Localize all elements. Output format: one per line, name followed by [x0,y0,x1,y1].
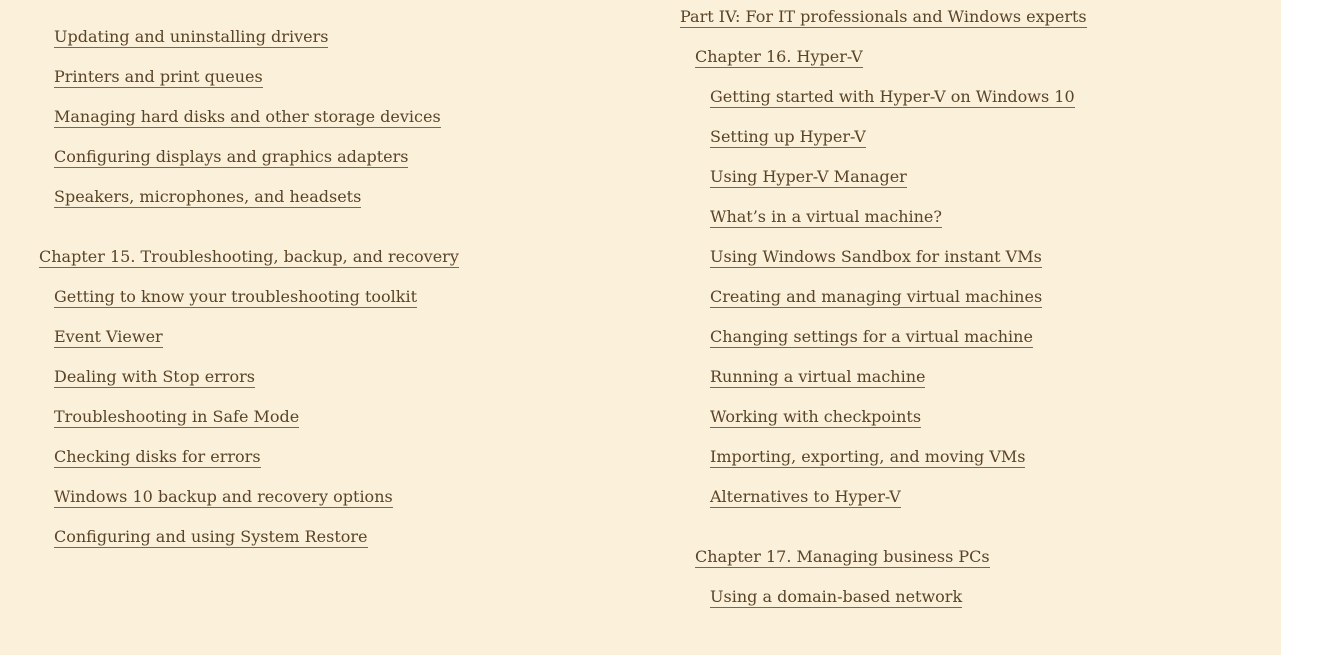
toc-link-checkpoints[interactable]: Working with checkpoints [710,407,922,428]
toc-link-part-iv[interactable]: Part IV: For IT professionals and Window… [680,7,1087,28]
toc-link-running-vm[interactable]: Running a virtual machine [710,367,926,388]
toc-link-troubleshooting-toolkit[interactable]: Getting to know your troubleshooting too… [54,287,417,308]
toc-link-speakers[interactable]: Speakers, microphones, and headsets [54,187,362,208]
toc-link-virtual-machine-contents[interactable]: What’s in a virtual machine? [710,207,942,228]
toc-link-chapter-15[interactable]: Chapter 15. Troubleshooting, backup, and… [39,247,459,268]
toc-link-vm-settings[interactable]: Changing settings for a virtual machine [710,327,1033,348]
toc-link-printers[interactable]: Printers and print queues [54,67,263,88]
toc-link-stop-errors[interactable]: Dealing with Stop errors [54,367,255,388]
toc-link-creating-vms[interactable]: Creating and managing virtual machines [710,287,1043,308]
toc-link-importing-exporting[interactable]: Importing, exporting, and moving VMs [710,447,1026,468]
window-gutter [1281,0,1342,655]
toc-link-safe-mode[interactable]: Troubleshooting in Safe Mode [54,407,300,428]
toc-page: Updating and uninstalling drivers Printe… [0,0,1281,655]
toc-link-hyperv-manager[interactable]: Using Hyper-V Manager [710,167,907,188]
toc-link-checking-disks[interactable]: Checking disks for errors [54,447,261,468]
toc-link-getting-started-hyperv[interactable]: Getting started with Hyper-V on Windows … [710,87,1075,108]
toc-link-alternatives-hyperv[interactable]: Alternatives to Hyper-V [710,487,901,508]
toc-link-updating-drivers[interactable]: Updating and uninstalling drivers [54,27,329,48]
toc-link-event-viewer[interactable]: Event Viewer [54,327,163,348]
toc-link-hard-disks[interactable]: Managing hard disks and other storage de… [54,107,441,128]
toc-link-chapter-17[interactable]: Chapter 17. Managing business PCs [695,547,990,568]
toc-link-backup-recovery[interactable]: Windows 10 backup and recovery options [54,487,393,508]
toc-link-system-restore[interactable]: Configuring and using System Restore [54,527,368,548]
toc-link-domain-network[interactable]: Using a domain-based network [710,587,963,608]
toc-link-displays[interactable]: Configuring displays and graphics adapte… [54,147,409,168]
toc-link-setting-up-hyperv[interactable]: Setting up Hyper-V [710,127,866,148]
toc-link-windows-sandbox[interactable]: Using Windows Sandbox for instant VMs [710,247,1042,268]
toc-link-chapter-16[interactable]: Chapter 16. Hyper-V [695,47,863,68]
